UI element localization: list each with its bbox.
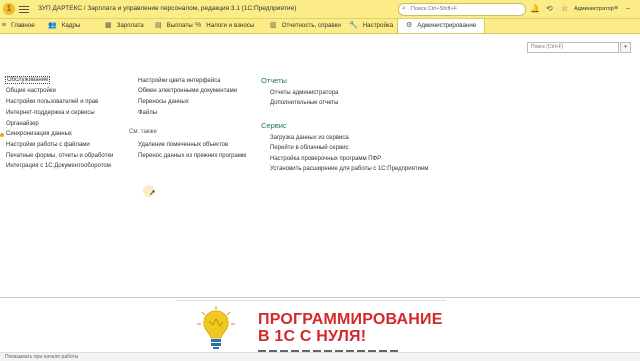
divider <box>0 297 640 298</box>
tab-payments[interactable]: ▤ Выплаты <box>155 19 193 33</box>
chart-icon: ▥ <box>270 22 277 29</box>
search-icon: ⌕ <box>402 5 406 12</box>
see-also-heading: См. также <box>129 129 157 135</box>
gear-icon: ⚙ <box>406 22 413 29</box>
link-docflow-integration[interactable]: Интеграция с 1С:Документооборотом <box>6 163 111 169</box>
link-file-settings[interactable]: Настройки работы с файлами <box>6 142 90 148</box>
link-load-from-service[interactable]: Загрузка данных из сервиса <box>270 135 349 141</box>
link-users-rights[interactable]: Настройки пользователей и прав <box>6 99 98 105</box>
tab-settings[interactable]: 🔧 Настройка <box>349 19 393 33</box>
link-transfer-old-programs[interactable]: Перенос данных из прежних программ <box>138 153 246 159</box>
notifications-icon[interactable]: 🔔 <box>530 4 540 14</box>
people-icon: 👥 <box>48 22 57 29</box>
link-data-transfers[interactable]: Переносы данных <box>138 99 189 105</box>
content-search[interactable] <box>527 42 619 53</box>
percent-icon: % <box>195 22 202 29</box>
link-maintenance[interactable]: Обслуживание <box>5 76 51 84</box>
minimize-icon[interactable]: – <box>626 4 630 14</box>
title-bar: 1 ЗУП ДАРТЕКС / Зарплата и управление пе… <box>0 0 640 19</box>
link-general-settings[interactable]: Общие настройки <box>6 88 56 94</box>
course-banner-title: ПРОГРАММИРОВАНИЕ В 1С С НУЛЯ! <box>258 311 443 345</box>
banner-line-2: В 1С С НУЛЯ! <box>258 328 367 345</box>
link-delete-marked[interactable]: Удаление помеченных объектов <box>138 142 228 148</box>
home-icon: ≡ <box>2 22 7 29</box>
settings-menu-icon[interactable]: ≡ <box>614 4 618 14</box>
link-files[interactable]: Файлы <box>138 110 157 116</box>
window-title: ЗУП ДАРТЕКС / Зарплата и управление перс… <box>38 5 297 12</box>
main-menu-icon[interactable] <box>19 4 29 14</box>
banner-line-1: ПРОГРАММИРОВАНИЕ <box>258 311 443 328</box>
lightbulb-icon <box>197 306 235 349</box>
search-dropdown-icon[interactable]: ▾ <box>620 42 631 53</box>
link-data-sync[interactable]: Синхронизация данных <box>6 131 72 137</box>
link-go-to-cloud[interactable]: Перейти в облачный сервис <box>270 145 349 151</box>
link-admin-reports[interactable]: Отчеты администратора <box>270 90 338 96</box>
link-additional-reports[interactable]: Дополнительные отчеты <box>270 100 338 106</box>
tab-main[interactable]: ≡ Главное <box>2 19 35 33</box>
tab-salary[interactable]: ▦ Зарплата <box>105 19 144 33</box>
sections-panel: ≡ Главное 👥 Кадры ▦ Зарплата ▤ Выплаты % Нало… <box>0 19 640 34</box>
current-user[interactable]: Администратор <box>574 6 614 12</box>
sync-indicator-icon <box>0 133 4 137</box>
link-internet-support[interactable]: Интернет-поддержка и сервисы <box>6 110 95 116</box>
reports-heading: Отчеты <box>261 76 287 85</box>
tab-hr[interactable]: 👥 Кадры <box>48 19 80 33</box>
link-organizer[interactable]: Органайзер <box>6 121 39 127</box>
history-icon[interactable]: ⟲ <box>546 4 553 14</box>
tab-administration[interactable]: ⚙ Администрирование <box>397 19 486 33</box>
mouse-cursor-icon: ➚ <box>149 188 156 197</box>
tab-taxes[interactable]: % Налоги и взносы <box>195 19 254 33</box>
tab-reports[interactable]: ▥ Отчетность, справки <box>270 19 341 33</box>
wrench-icon: 🔧 <box>349 22 358 29</box>
link-edi[interactable]: Обмен электронными документами <box>138 88 237 94</box>
service-heading: Сервис <box>261 121 287 130</box>
global-search-input[interactable] <box>411 5 519 13</box>
content-search-input[interactable] <box>528 43 613 50</box>
payments-icon: ▤ <box>155 22 162 29</box>
link-pfr-check-programs[interactable]: Настройка проверочных программ ПФР <box>270 156 381 162</box>
global-search[interactable]: ⌕ <box>398 3 526 16</box>
show-on-start-label[interactable]: Показывать при начале работы <box>5 354 78 360</box>
favorites-icon[interactable]: ☆ <box>561 4 568 14</box>
banner-top-divider <box>176 300 446 301</box>
link-interface-colors[interactable]: Настройки цвета интерфейса <box>138 78 220 84</box>
salary-icon: ▦ <box>105 22 112 29</box>
1c-logo-icon: 1 <box>3 3 15 15</box>
link-install-extension[interactable]: Установить расширение для работы с 1С:Пр… <box>270 166 428 172</box>
link-print-forms[interactable]: Печатные формы, отчеты и обработки <box>6 153 113 159</box>
